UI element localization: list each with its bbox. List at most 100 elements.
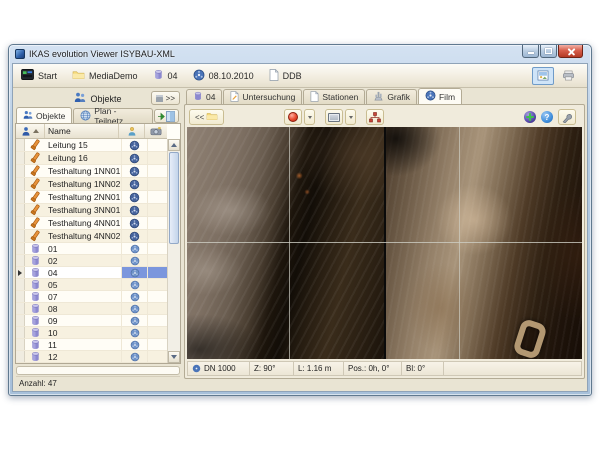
shaft-icon — [25, 267, 45, 278]
document-icon — [310, 91, 319, 104]
object-row[interactable]: 10 — [16, 327, 167, 339]
camera-icon — [150, 126, 162, 136]
tab-film[interactable]: Film — [418, 88, 462, 104]
toolbar-item-ddb[interactable]: DDB — [269, 69, 302, 83]
arrow-up-icon — [171, 143, 177, 147]
object-row[interactable]: 07 — [16, 291, 167, 303]
video-viewport[interactable] — [187, 127, 582, 359]
object-row[interactable]: Testhaltung 3NN01 — [16, 204, 167, 217]
window-controls — [522, 45, 583, 58]
record-button[interactable] — [284, 109, 302, 125]
print-button[interactable] — [557, 67, 579, 85]
object-name: 11 — [45, 340, 121, 350]
row-indicator — [16, 291, 25, 302]
object-row[interactable]: Testhaltung 1NN02 — [16, 178, 167, 191]
object-name: 09 — [45, 316, 121, 326]
column-inspector[interactable] — [119, 124, 145, 138]
close-button[interactable] — [558, 45, 583, 58]
minimize-button[interactable] — [522, 45, 539, 58]
row-extra-cell — [147, 303, 167, 314]
screen-dropdown[interactable] — [345, 109, 356, 125]
object-row[interactable]: Testhaltung 1NN01 — [16, 165, 167, 178]
tab-label: Untersuchung — [242, 92, 295, 102]
object-row[interactable]: Leitung 15 — [16, 139, 167, 152]
object-name: 02 — [45, 256, 121, 266]
scroll-up-button[interactable] — [168, 139, 180, 151]
object-row[interactable]: Leitung 16 — [16, 152, 167, 165]
network-icon — [369, 112, 381, 123]
object-row[interactable]: 11 — [16, 339, 167, 351]
column-type[interactable] — [16, 124, 45, 138]
preview-button[interactable] — [532, 67, 554, 85]
maximize-button[interactable] — [540, 45, 557, 58]
screen-button[interactable] — [325, 109, 343, 125]
list-scrollbar[interactable] — [167, 139, 180, 363]
film-icon — [121, 327, 147, 338]
globe-add-icon[interactable] — [524, 111, 536, 123]
scrollbar-thumb[interactable] — [169, 152, 179, 244]
object-row[interactable]: 08 — [16, 303, 167, 315]
collapse-panel-button[interactable]: >> — [151, 91, 180, 105]
column-name[interactable]: Name — [45, 124, 119, 138]
panel-icon — [156, 95, 163, 102]
record-dropdown[interactable] — [304, 109, 315, 125]
object-name: 10 — [45, 328, 121, 338]
toolbar-item-date[interactable]: 08.10.2010 — [193, 69, 254, 83]
object-name: Leitung 16 — [45, 153, 121, 163]
dock-panel-button[interactable] — [154, 109, 179, 123]
object-row[interactable]: 01 — [16, 243, 167, 255]
object-name: Testhaltung 3NN01 — [45, 205, 121, 215]
preview-icon — [537, 70, 549, 81]
detail-tabbar: 04 Untersuchung Stationen Grafik — [184, 88, 585, 104]
tab-stationen[interactable]: Stationen — [303, 89, 365, 104]
film-icon — [121, 178, 147, 190]
status-dn: DN 1000 — [188, 362, 250, 375]
film-icon — [121, 230, 147, 242]
object-row[interactable]: 12 — [16, 351, 167, 363]
object-name: 07 — [45, 292, 121, 302]
object-name: Testhaltung 2NN01 — [45, 192, 121, 202]
row-indicator — [16, 139, 25, 151]
film-icon — [121, 303, 147, 314]
toolbar-item-object[interactable]: 04 — [153, 69, 178, 82]
toolbar-item-label: 08.10.2010 — [209, 71, 254, 81]
titlebar[interactable]: IKAS evolution Viewer ISYBAU-XML — [9, 45, 591, 63]
tab-objekte[interactable]: Objekte — [16, 107, 72, 123]
film-icon — [121, 191, 147, 203]
object-row[interactable]: Testhaltung 4NN01 — [16, 217, 167, 230]
object-row[interactable]: Testhaltung 4NN02 — [16, 230, 167, 243]
toolbar-item-start[interactable]: Start — [21, 69, 57, 82]
tab-untersuchung[interactable]: Untersuchung — [223, 89, 302, 104]
row-extra-cell — [147, 351, 167, 362]
tab-plan-teilnetz[interactable]: Plan - Teilnetz — [73, 108, 152, 123]
toolbar-item-label: Start — [38, 71, 57, 81]
tab-04[interactable]: 04 — [186, 89, 222, 104]
object-row[interactable]: Testhaltung 2NN01 — [16, 191, 167, 204]
settings-button[interactable] — [558, 109, 576, 125]
folder-icon — [72, 69, 85, 82]
tab-label: 04 — [206, 92, 215, 102]
capture-controls — [284, 109, 384, 125]
chart-icon — [373, 91, 384, 103]
object-row[interactable]: 02 — [16, 255, 167, 267]
crosshair-horizontal — [187, 242, 582, 243]
object-name: Testhaltung 4NN02 — [45, 231, 121, 241]
back-button[interactable]: << — [189, 109, 224, 125]
tab-grafik[interactable]: Grafik — [366, 89, 417, 104]
film-view: << — [184, 104, 585, 379]
network-button[interactable] — [366, 109, 384, 125]
object-row[interactable]: 05 — [16, 279, 167, 291]
film-icon — [121, 279, 147, 290]
object-row[interactable]: 04 — [16, 267, 167, 279]
person-icon — [21, 126, 31, 137]
column-media[interactable] — [145, 124, 167, 138]
wrench-icon — [561, 112, 573, 123]
help-button[interactable]: ? — [541, 111, 553, 123]
toolbar-item-label: MediaDemo — [89, 71, 138, 81]
object-name: 12 — [45, 352, 121, 362]
row-indicator — [16, 217, 25, 229]
scroll-down-button[interactable] — [168, 351, 180, 363]
object-row[interactable]: 09 — [16, 315, 167, 327]
toolbar-item-mediademo[interactable]: MediaDemo — [72, 69, 138, 82]
film-icon — [192, 364, 201, 373]
